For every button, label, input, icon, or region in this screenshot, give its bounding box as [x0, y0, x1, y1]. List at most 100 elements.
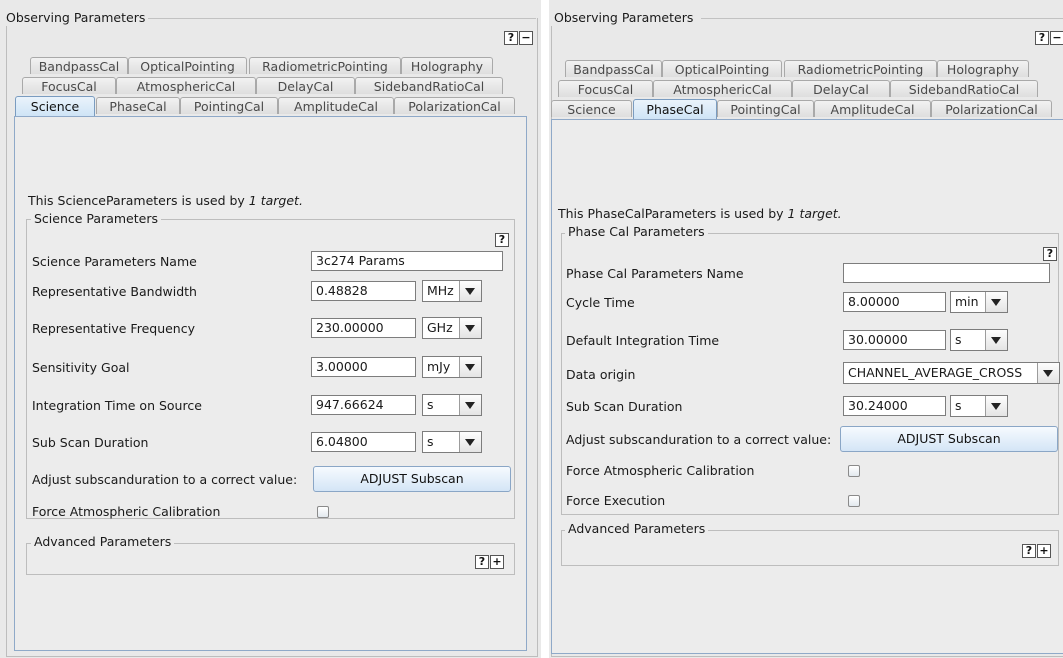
subscan-label: Sub Scan Duration [566, 399, 683, 414]
chevron-down-icon[interactable] [459, 281, 481, 301]
advanced-title: Advanced Parameters [31, 534, 175, 550]
tab-bandpasscal[interactable]: BandpassCal [565, 60, 662, 77]
tab-pointingcal[interactable]: PointingCal [717, 100, 814, 117]
tab-phasecal[interactable]: PhaseCal [96, 97, 180, 114]
panel-header: Observing Parameters [551, 10, 697, 26]
default-integration-unit-value: s [955, 332, 962, 347]
tab-science[interactable]: Science [551, 100, 632, 117]
usage-prefix: This ScienceParameters is used by [28, 193, 249, 208]
frequency-unit-select[interactable]: GHz [422, 317, 482, 339]
advanced-expand-button[interactable]: + [1037, 544, 1051, 558]
adjust-subscan-button[interactable]: ADJUST Subscan [313, 466, 511, 492]
usage-count: 1 target. [248, 193, 303, 208]
chevron-down-icon[interactable] [985, 396, 1007, 416]
tab-sidebandratiocal[interactable]: SidebandRatioCal [355, 77, 503, 94]
default-integration-field[interactable]: 30.00000 [843, 330, 946, 350]
usage-text: This ScienceParameters is used by 1 targ… [28, 193, 303, 209]
tab-sidebandratiocal[interactable]: SidebandRatioCal [890, 80, 1038, 97]
subscan-unit-value: s [955, 398, 962, 413]
tab-delaycal[interactable]: DelayCal [256, 77, 355, 94]
integration-field[interactable]: 947.66624 [311, 395, 416, 415]
help-button[interactable]: ? [1035, 31, 1049, 45]
section-title: Science Parameters [31, 211, 161, 227]
chevron-down-icon[interactable] [459, 395, 481, 415]
tab-holography[interactable]: Holography [937, 60, 1029, 77]
subscan-unit-select[interactable]: s [950, 395, 1008, 417]
tab-polarizationcal[interactable]: PolarizationCal [931, 100, 1052, 117]
bandwidth-field[interactable]: 0.48828 [311, 281, 416, 301]
tab-radiometricpointing[interactable]: RadiometricPointing [249, 57, 401, 74]
data-origin-label: Data origin [566, 367, 636, 382]
subscan-label: Sub Scan Duration [32, 435, 149, 450]
tab-content-phasecal: This PhaseCalParameters is used by 1 tar… [551, 119, 1063, 654]
subscan-unit-select[interactable]: s [422, 431, 482, 453]
sensitivity-label: Sensitivity Goal [32, 360, 130, 375]
chevron-down-icon[interactable] [459, 357, 481, 377]
force-atm-label: Force Atmospheric Calibration [32, 504, 221, 519]
advanced-help-button[interactable]: ? [475, 555, 489, 569]
tab-atmosphericcal[interactable]: AtmosphericCal [116, 77, 256, 94]
sensitivity-unit-select[interactable]: mJy [422, 356, 482, 378]
tab-amplitudecal[interactable]: AmplitudeCal [278, 97, 394, 114]
advanced-expand-button[interactable]: + [490, 555, 504, 569]
default-integration-unit-select[interactable]: s [950, 329, 1008, 351]
force-atm-checkbox[interactable] [317, 506, 329, 518]
tab-focuscal[interactable]: FocusCal [558, 80, 653, 97]
tab-phasecal[interactable]: PhaseCal [633, 99, 717, 119]
integration-unit-select[interactable]: s [422, 394, 482, 416]
section-help-button[interactable]: ? [1043, 247, 1057, 261]
tab-content-science: This ScienceParameters is used by 1 targ… [14, 116, 527, 651]
panel-header: Observing Parameters [3, 10, 149, 26]
cycle-time-unit-select[interactable]: min [950, 291, 1008, 313]
frequency-field[interactable]: 230.00000 [311, 318, 416, 338]
advanced-help-button[interactable]: ? [1022, 544, 1036, 558]
collapse-button[interactable]: − [1050, 31, 1063, 45]
chevron-down-icon[interactable] [459, 318, 481, 338]
sensitivity-field[interactable]: 3.00000 [311, 357, 416, 377]
chevron-down-icon[interactable] [1037, 363, 1059, 383]
science-name-field[interactable]: 3c274 Params [311, 251, 503, 271]
chevron-down-icon[interactable] [985, 292, 1007, 312]
force-exec-checkbox[interactable] [848, 495, 860, 507]
tab-amplitudecal[interactable]: AmplitudeCal [814, 100, 931, 117]
cycle-time-label: Cycle Time [566, 295, 635, 310]
tab-pointingcal[interactable]: PointingCal [180, 97, 278, 114]
sensitivity-unit-value: mJy [427, 359, 451, 374]
name-label: Phase Cal Parameters Name [566, 266, 744, 281]
tab-holography[interactable]: Holography [401, 57, 493, 74]
tab-opticalpointing[interactable]: OpticalPointing [662, 60, 782, 77]
tab-atmosphericcal[interactable]: AtmosphericCal [653, 80, 792, 97]
adjust-subscan-button[interactable]: ADJUST Subscan [840, 426, 1058, 452]
phasecal-name-field[interactable] [843, 263, 1050, 283]
force-atm-checkbox[interactable] [848, 465, 860, 477]
data-origin-value: CHANNEL_AVERAGE_CROSS [848, 365, 1023, 380]
tab-science[interactable]: Science [15, 96, 95, 116]
subscan-field[interactable]: 6.04800 [311, 432, 416, 452]
tab-focuscal[interactable]: FocusCal [22, 77, 116, 94]
right-observing-parameters-panel: Observing Parameters ? − BandpassCal Opt… [549, 0, 1063, 658]
left-observing-parameters-panel: Observing Parameters ? − BandpassCal Opt… [0, 0, 541, 658]
collapse-button[interactable]: − [519, 31, 533, 45]
tab-radiometricpointing[interactable]: RadiometricPointing [784, 60, 937, 77]
frequency-label: Representative Frequency [32, 321, 196, 336]
tab-polarizationcal[interactable]: PolarizationCal [394, 97, 515, 114]
adjust-label: Adjust subscanduration to a correct valu… [32, 472, 298, 487]
section-help-button[interactable]: ? [495, 233, 509, 247]
data-origin-select[interactable]: CHANNEL_AVERAGE_CROSS [843, 362, 1060, 384]
cycle-time-field[interactable]: 8.00000 [843, 292, 946, 312]
tab-opticalpointing[interactable]: OpticalPointing [128, 57, 247, 74]
default-integration-label: Default Integration Time [566, 333, 720, 348]
cycle-time-unit-value: min [955, 294, 979, 309]
help-button[interactable]: ? [504, 31, 518, 45]
usage-text: This PhaseCalParameters is used by 1 tar… [558, 206, 842, 222]
panel-divider [541, 0, 549, 658]
name-label: Science Parameters Name [32, 254, 197, 269]
force-exec-label: Force Execution [566, 493, 666, 508]
bandwidth-unit-select[interactable]: MHz [422, 280, 482, 302]
chevron-down-icon[interactable] [459, 432, 481, 452]
tab-bandpasscal[interactable]: BandpassCal [30, 57, 128, 74]
subscan-field[interactable]: 30.24000 [843, 396, 946, 416]
chevron-down-icon[interactable] [985, 330, 1007, 350]
advanced-title: Advanced Parameters [565, 521, 709, 537]
tab-delaycal[interactable]: DelayCal [792, 80, 890, 97]
